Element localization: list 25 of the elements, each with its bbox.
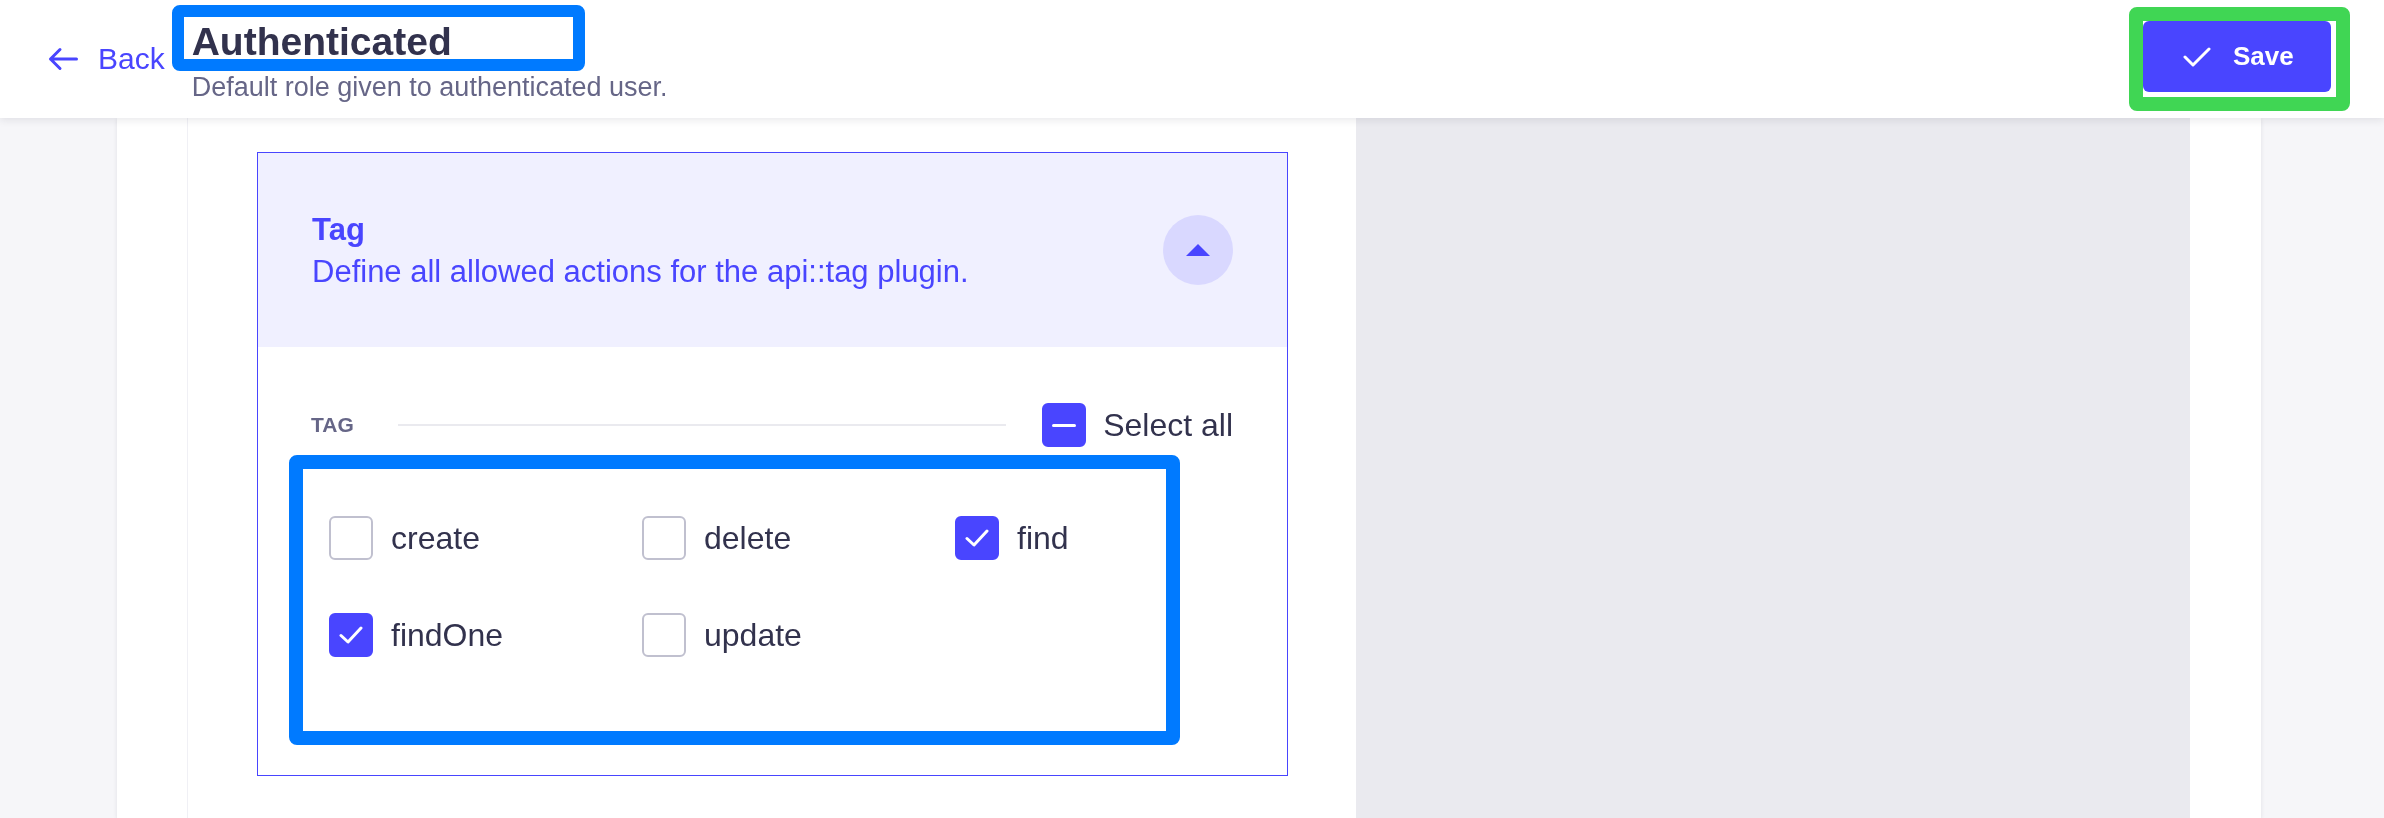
check-icon xyxy=(2183,46,2211,67)
accordion-description: Define all allowed actions for the api::tag plugin. xyxy=(312,253,969,290)
accordion-title: Tag xyxy=(312,210,366,249)
checkbox[interactable] xyxy=(642,516,686,560)
checkbox[interactable] xyxy=(329,613,373,657)
checkbox-label[interactable]: findOne xyxy=(391,616,504,654)
minus-icon xyxy=(1052,423,1077,427)
check-icon xyxy=(965,529,989,547)
checkbox-label[interactable]: Select all xyxy=(1103,406,1233,444)
checkbox[interactable] xyxy=(1042,403,1087,447)
page-subtitle: Default role given to authenticated user. xyxy=(191,72,668,102)
back-link[interactable]: Back xyxy=(48,41,165,77)
checkbox-label[interactable]: create xyxy=(391,519,480,557)
save-button[interactable]: Save xyxy=(2143,21,2331,92)
arrow-left-icon xyxy=(48,47,78,71)
checkbox-label[interactable]: delete xyxy=(704,519,792,557)
checkbox-label[interactable]: update xyxy=(704,616,802,654)
page-title: Authenticated xyxy=(191,19,453,65)
checkbox[interactable] xyxy=(329,516,373,560)
section-label: TAG xyxy=(311,413,354,437)
checkbox[interactable] xyxy=(955,516,999,560)
checkbox[interactable] xyxy=(642,613,686,657)
caret-up-icon xyxy=(1186,244,1210,256)
checkbox-label[interactable]: find xyxy=(1017,519,1069,557)
check-icon xyxy=(339,626,363,644)
